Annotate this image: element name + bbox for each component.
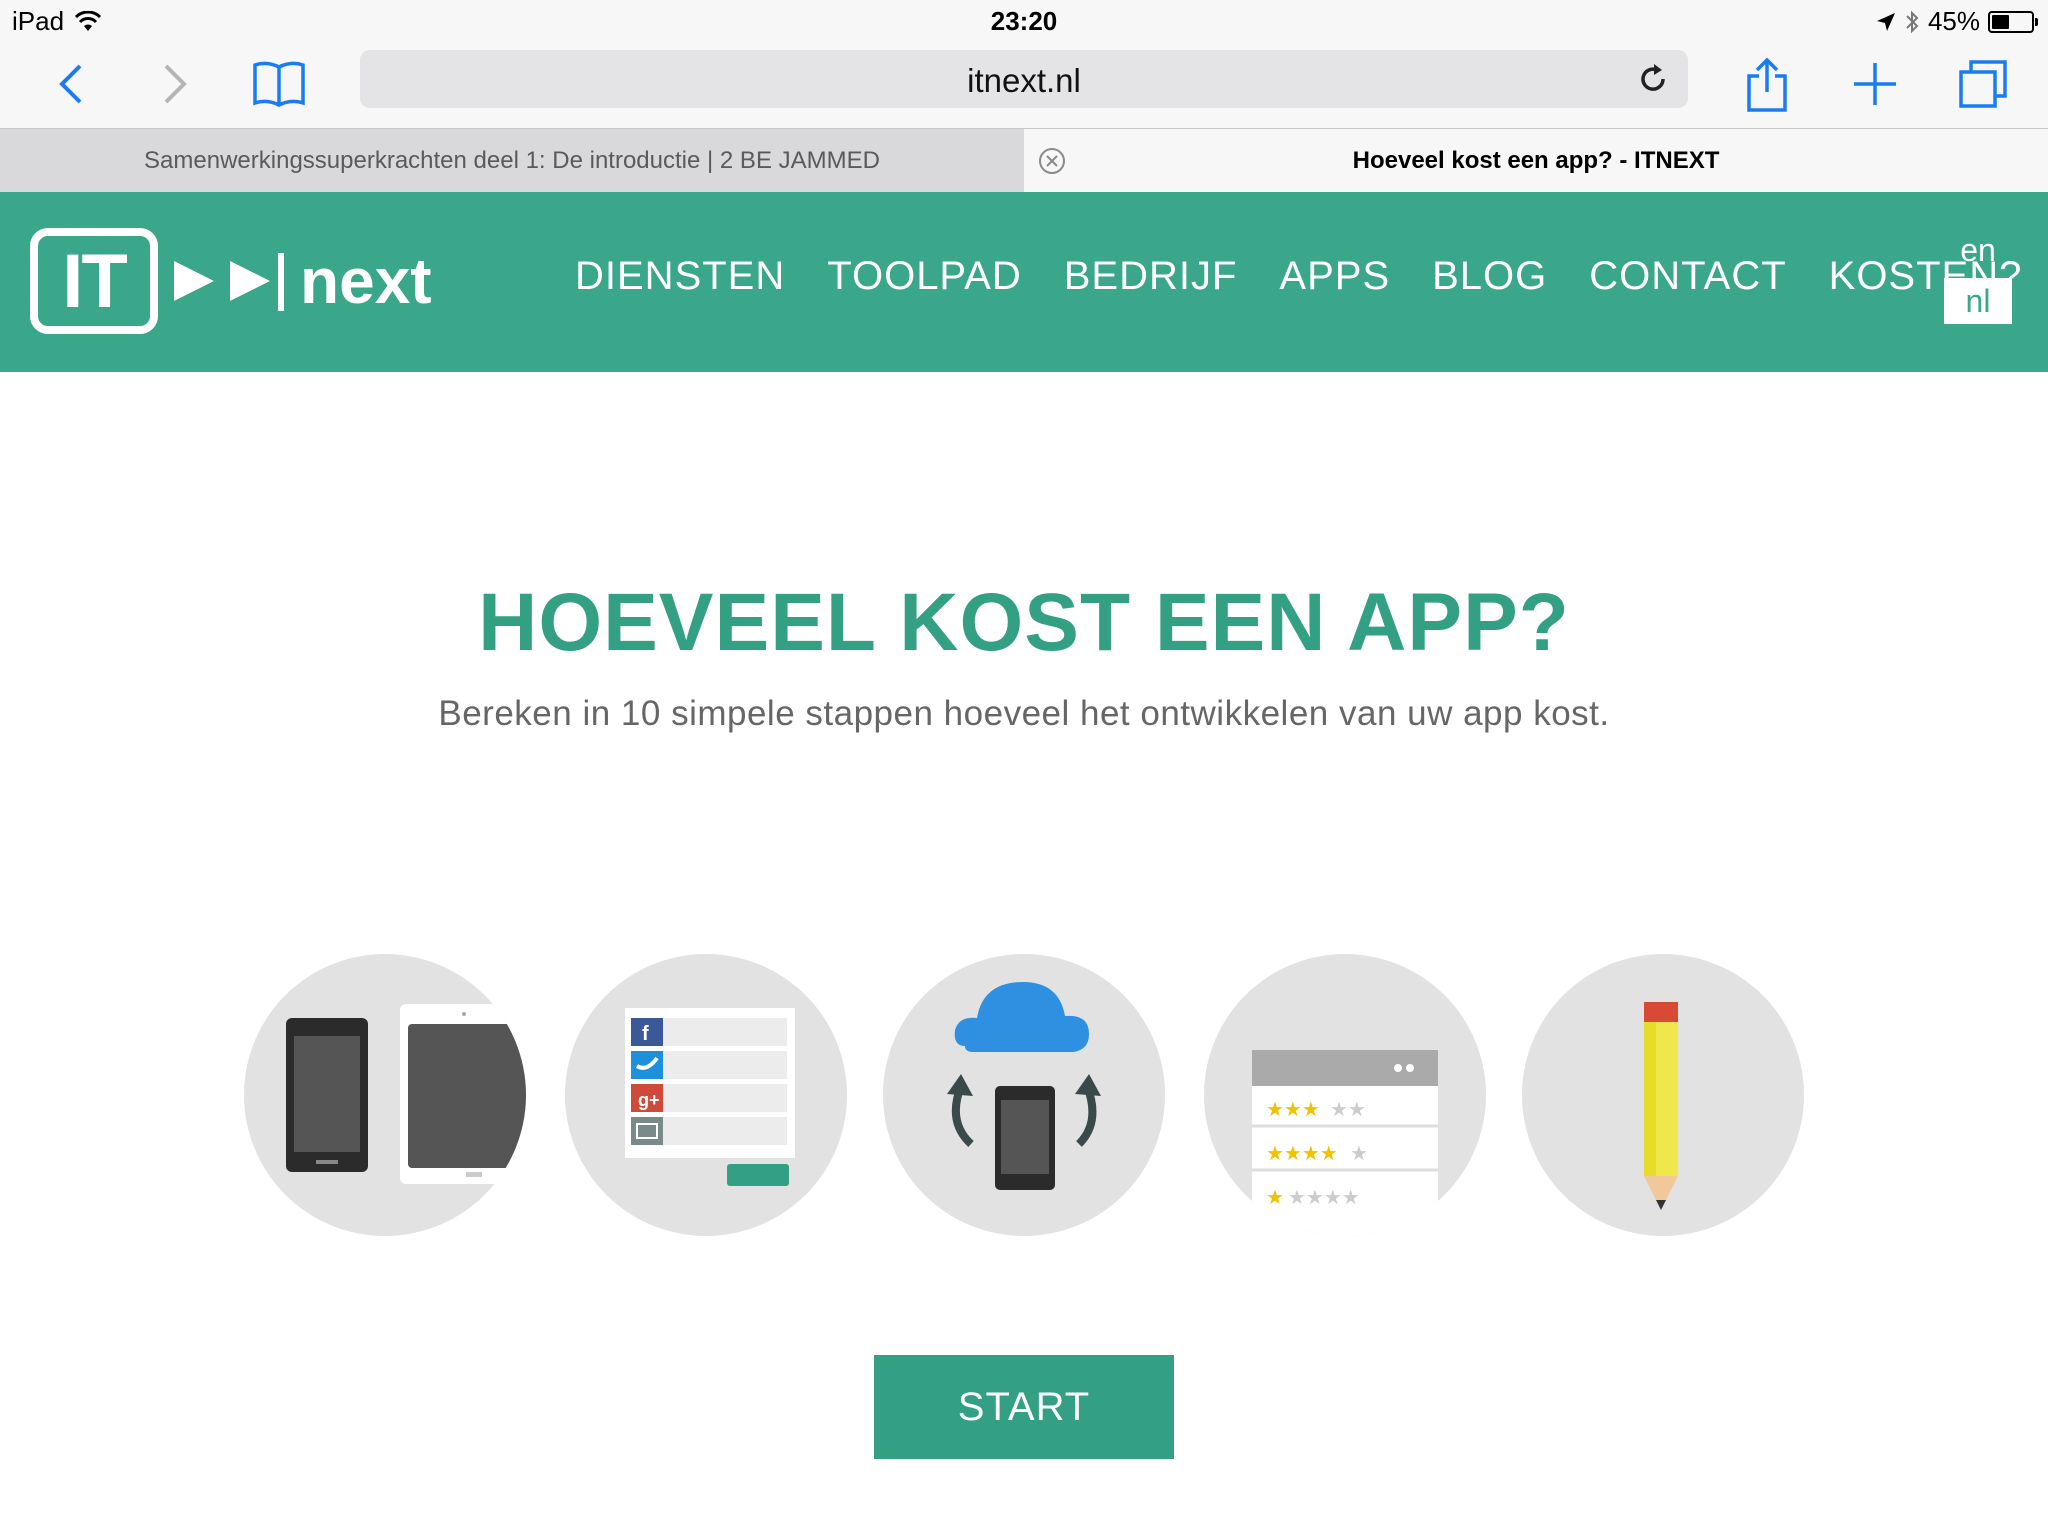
nav-bedrijf[interactable]: BEDRIJF — [1043, 254, 1259, 299]
pencil-icon — [1522, 954, 1804, 1236]
nav-toolpad[interactable]: TOOLPAD — [806, 254, 1042, 299]
svg-text:★★★★: ★★★★ — [1266, 1141, 1338, 1165]
device-name: iPad — [12, 6, 65, 36]
social-login-icon: f g+ — [565, 954, 847, 1236]
chevron-right-icon — [164, 64, 187, 104]
browser-toolbar: itnext.nl — [0, 44, 2048, 128]
new-tab-button[interactable] — [1840, 52, 1910, 116]
status-left: iPad — [12, 6, 102, 37]
book-icon — [253, 61, 305, 107]
language-switcher: en nl — [1944, 232, 2012, 324]
address-bar[interactable]: itnext.nl — [360, 50, 1688, 108]
bluetooth-icon — [1906, 10, 1919, 33]
url-text: itnext.nl — [967, 62, 1081, 99]
battery-icon — [1988, 10, 2038, 33]
nav-contact[interactable]: CONTACT — [1568, 254, 1807, 299]
ratings-icon: ★★★ ★★ ★★★★ ★ ★ ★★★★ — [1204, 954, 1486, 1236]
logo-text: next — [300, 245, 432, 317]
tabs-overview-button[interactable] — [1948, 52, 2018, 116]
svg-text:★: ★ — [1266, 1185, 1284, 1209]
page-title: HOEVEEL KOST EEN APP? — [478, 577, 1570, 668]
itnext-logo[interactable]: IT next — [30, 228, 432, 334]
svg-text:g+: g+ — [638, 1090, 660, 1110]
lang-nl[interactable]: nl — [1944, 278, 2012, 324]
tab-bar: Samenwerkingssuperkrachten deel 1: De in… — [0, 128, 2048, 193]
svg-text:★★★: ★★★ — [1266, 1097, 1320, 1121]
tab-samenwerkingssuperkrachten[interactable]: Samenwerkingssuperkrachten deel 1: De in… — [0, 129, 1024, 193]
status-bar: iPad 23:20 45% — [0, 0, 2048, 44]
site-header: IT next DIENSTEN TOOLPAD BEDRIJF APPS BL… — [0, 192, 2048, 372]
page-subtitle: Bereken in 10 simpele stappen hoeveel he… — [438, 694, 1610, 733]
svg-text:★: ★ — [1350, 1141, 1368, 1165]
nav-apps[interactable]: APPS — [1258, 254, 1411, 299]
close-tab-icon[interactable] — [1038, 147, 1066, 175]
devices-icon — [244, 954, 526, 1236]
main-nav: DIENSTEN TOOLPAD BEDRIJF APPS BLOG CONTA… — [554, 254, 2043, 299]
reload-icon[interactable] — [1636, 62, 1670, 96]
start-button[interactable]: START — [874, 1355, 1174, 1459]
plus-icon — [1854, 63, 1896, 105]
battery-percent: 45% — [1927, 6, 1980, 36]
nav-diensten[interactable]: DIENSTEN — [554, 254, 806, 299]
back-button[interactable] — [36, 52, 106, 116]
status-right: 45% — [1876, 6, 2038, 37]
bookmarks-button[interactable] — [244, 52, 314, 116]
nav-blog[interactable]: BLOG — [1411, 254, 1568, 299]
tab-title: Samenwerkingssuperkrachten deel 1: De in… — [144, 147, 880, 174]
clock: 23:20 — [990, 6, 1058, 36]
forward-button[interactable] — [140, 52, 210, 116]
lang-en[interactable]: en — [1944, 232, 2012, 278]
svg-text:★★★★: ★★★★ — [1288, 1185, 1360, 1209]
tab-hoeveel-kost-een-app[interactable]: Hoeveel kost een app? - ITNEXT — [1024, 129, 2048, 193]
share-button[interactable] — [1732, 52, 1802, 116]
chevron-left-icon — [59, 64, 82, 104]
step-illustrations: f g+ ★★★ ★★ ★★★★ ★ ★ ★★★★ — [0, 954, 2048, 1236]
tab-title: Hoeveel kost een app? - ITNEXT — [1352, 147, 1720, 174]
logo-box: IT — [30, 228, 158, 334]
svg-text:f: f — [642, 1023, 649, 1045]
tabs-icon — [1959, 60, 2007, 108]
svg-text:★★: ★★ — [1330, 1097, 1366, 1121]
cloud-sync-icon — [883, 954, 1165, 1236]
wifi-icon — [74, 10, 102, 31]
logo-arrows-icon — [172, 249, 290, 313]
location-arrow-icon — [1876, 12, 1895, 31]
share-icon — [1747, 57, 1787, 112]
